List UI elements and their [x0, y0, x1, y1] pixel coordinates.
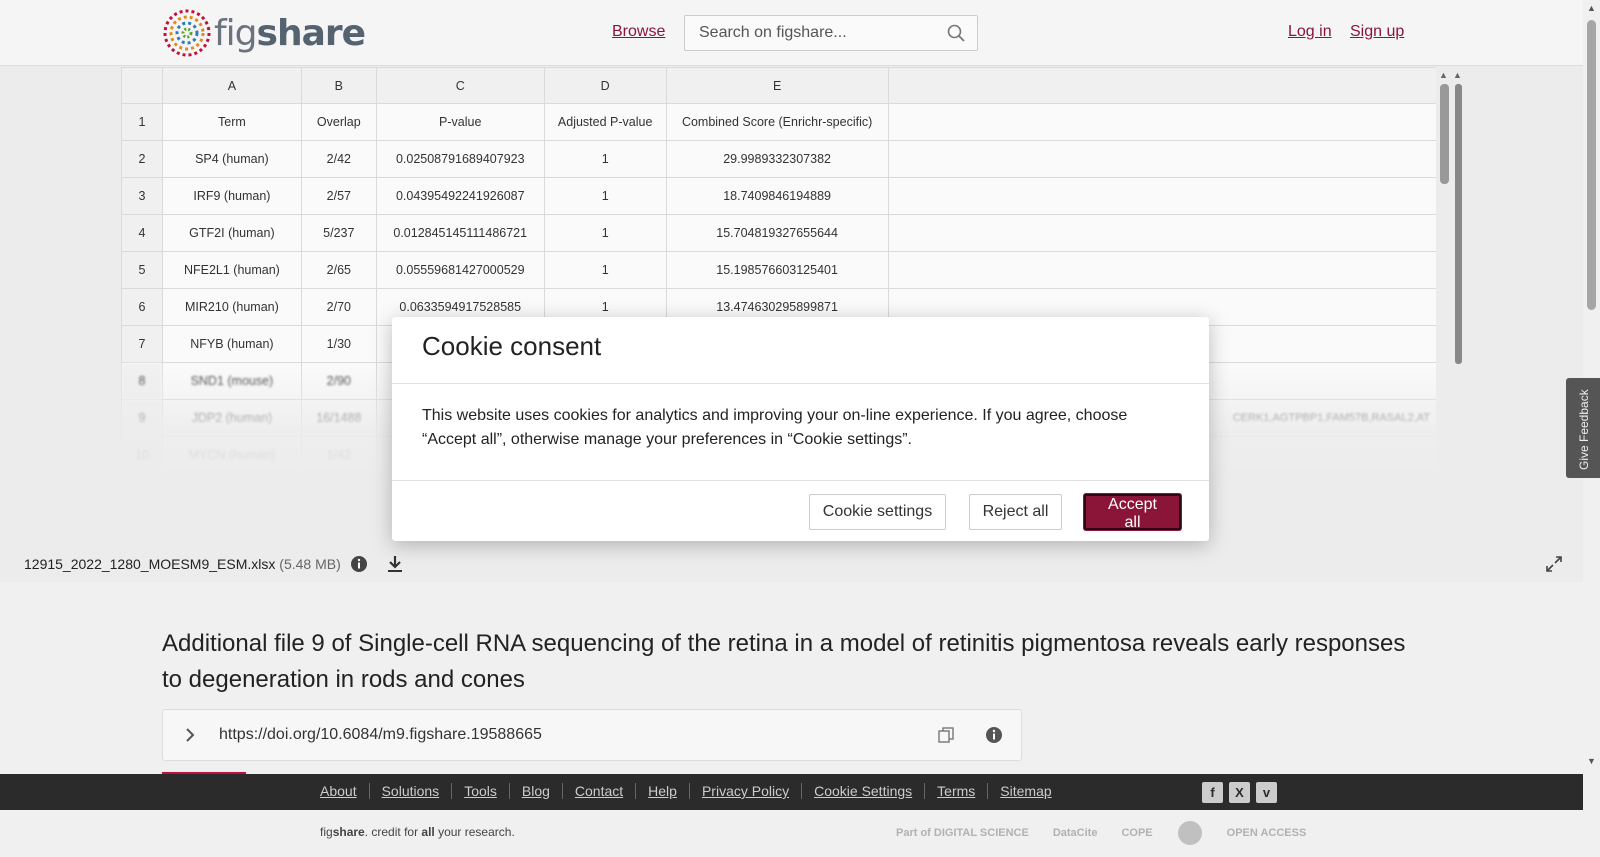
dialog-footer: Cookie settings Reject all Accept all: [392, 481, 1209, 541]
reject-all-button[interactable]: Reject all: [969, 494, 1062, 530]
accept-all-button[interactable]: Accept all: [1084, 494, 1181, 531]
dialog-title: Cookie consent: [422, 331, 602, 361]
dialog-header: Cookie consent: [392, 317, 1209, 384]
cookie-settings-button[interactable]: Cookie settings: [809, 494, 946, 530]
dialog-body: This website uses cookies for analytics …: [392, 384, 1209, 481]
cookie-consent-dialog: Cookie consent This website uses cookies…: [392, 317, 1209, 541]
dialog-message: This website uses cookies for analytics …: [422, 407, 1128, 448]
modal-overlay: Cookie consent This website uses cookies…: [0, 0, 1600, 857]
